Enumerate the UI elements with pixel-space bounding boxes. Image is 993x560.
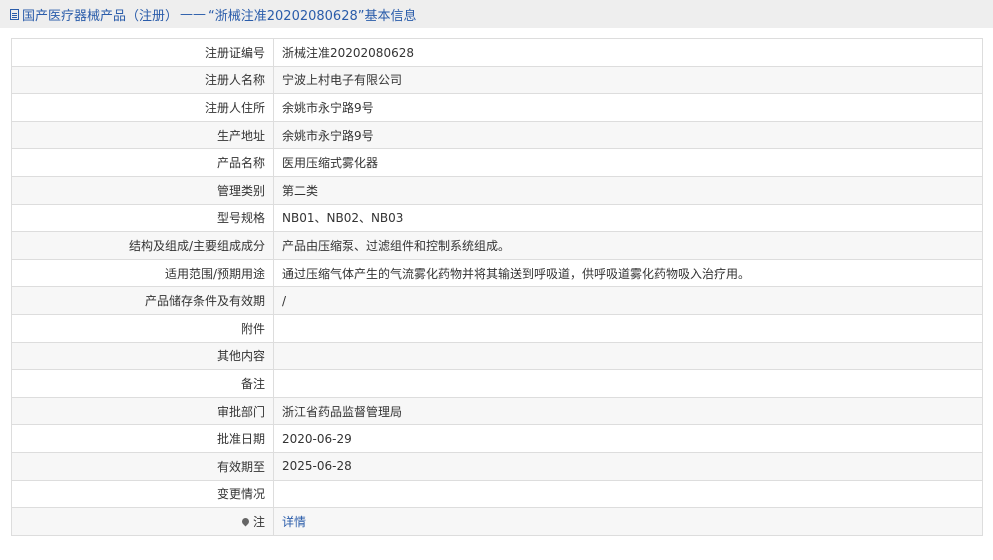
row-value: 2020-06-29 xyxy=(273,424,983,453)
row-label: 生产地址 xyxy=(11,120,274,150)
row-label: 有效期至 xyxy=(11,451,274,481)
row-value: 宁波上村电子有限公司 xyxy=(273,65,983,95)
detail-link[interactable]: 详情 xyxy=(282,515,306,529)
row-label: 变更情况 xyxy=(11,479,274,509)
table-row: 管理类别 第二类 xyxy=(11,175,983,205)
table-row: 注册人名称 宁波上村电子有限公司 xyxy=(11,65,983,95)
row-label: 注册人住所 xyxy=(11,93,274,122)
row-label: 注册人名称 xyxy=(11,65,274,95)
header-dash: —— xyxy=(180,6,207,22)
table-row: 适用范围/预期用途 通过压缩气体产生的气流雾化药物并将其输送到呼吸道，供呼吸道雾化… xyxy=(11,258,983,288)
header-category: 国产医疗器械产品（注册） xyxy=(22,8,179,24)
row-label: 适用范围/预期用途 xyxy=(11,258,274,288)
table-row: 附件 xyxy=(11,313,983,343)
row-value: 浙江省药品监督管理局 xyxy=(273,396,983,426)
table-row: 产品储存条件及有效期 / xyxy=(11,286,983,315)
table-row: 批准日期 2020-06-29 xyxy=(11,424,983,453)
table-row: 生产地址 余姚市永宁路9号 xyxy=(11,120,983,150)
info-table: 注册证编号 浙械注准20202080628 注册人名称 宁波上村电子有限公司 注册人住所… xyxy=(11,38,983,536)
row-label: 型号规格 xyxy=(11,203,274,233)
row-value: NB01、NB02、NB03 xyxy=(273,203,983,233)
row-value xyxy=(273,479,983,509)
table-row: 变更情况 xyxy=(11,479,983,509)
table-row: 有效期至 2025-06-28 xyxy=(11,451,983,481)
row-value: 余姚市永宁路9号 xyxy=(273,120,983,150)
row-value: 余姚市永宁路9号 xyxy=(273,93,983,122)
row-label: 批准日期 xyxy=(11,424,274,453)
row-value: 2025-06-28 xyxy=(273,451,983,481)
table-row: 注册人住所 余姚市永宁路9号 xyxy=(11,93,983,122)
table-row: 结构及组成/主要组成成分 产品由压缩泵、过滤组件和控制系统组成。 xyxy=(11,231,983,260)
row-label: 附件 xyxy=(11,313,274,343)
page-header: 国产医疗器械产品（注册） —— “浙械注准20202080628”基本信息 xyxy=(0,0,993,28)
table-row: 备注 xyxy=(11,369,983,398)
row-value: 第二类 xyxy=(273,175,983,205)
row-value: 浙械注准20202080628 xyxy=(273,38,983,67)
row-value: 通过压缩气体产生的气流雾化药物并将其输送到呼吸道，供呼吸道雾化药物吸入治疗用。 xyxy=(273,258,983,288)
row-value: 医用压缩式雾化器 xyxy=(273,148,983,177)
row-value xyxy=(273,341,983,371)
row-value xyxy=(273,369,983,398)
row-label: 备注 xyxy=(11,369,274,398)
note-label: 注 xyxy=(252,514,265,529)
row-value xyxy=(273,313,983,343)
row-value: / xyxy=(273,286,983,315)
row-label: 产品储存条件及有效期 xyxy=(11,286,274,315)
info-table-body: 注册证编号 浙械注准20202080628 注册人名称 宁波上村电子有限公司 注册人住所… xyxy=(11,38,983,536)
pin-icon xyxy=(240,516,251,527)
row-label: 产品名称 xyxy=(11,148,274,177)
document-icon xyxy=(10,8,19,20)
note-value-cell: 详情 xyxy=(273,507,983,536)
table-row: 注册证编号 浙械注准20202080628 xyxy=(11,38,983,67)
row-value: 产品由压缩泵、过滤组件和控制系统组成。 xyxy=(273,231,983,260)
row-label: 审批部门 xyxy=(11,396,274,426)
table-row: 审批部门 浙江省药品监督管理局 xyxy=(11,396,983,426)
note-label-cell: 注 xyxy=(11,507,274,536)
row-label: 注册证编号 xyxy=(11,38,274,67)
table-row: 产品名称 医用压缩式雾化器 xyxy=(11,148,983,177)
note-row: 注 详情 xyxy=(11,507,983,536)
header-title: “浙械注准20202080628”基本信息 xyxy=(208,8,417,24)
row-label: 其他内容 xyxy=(11,341,274,371)
table-row: 其他内容 xyxy=(11,341,983,371)
row-label: 管理类别 xyxy=(11,175,274,205)
table-row: 型号规格 NB01、NB02、NB03 xyxy=(11,203,983,233)
row-label: 结构及组成/主要组成成分 xyxy=(11,231,274,260)
